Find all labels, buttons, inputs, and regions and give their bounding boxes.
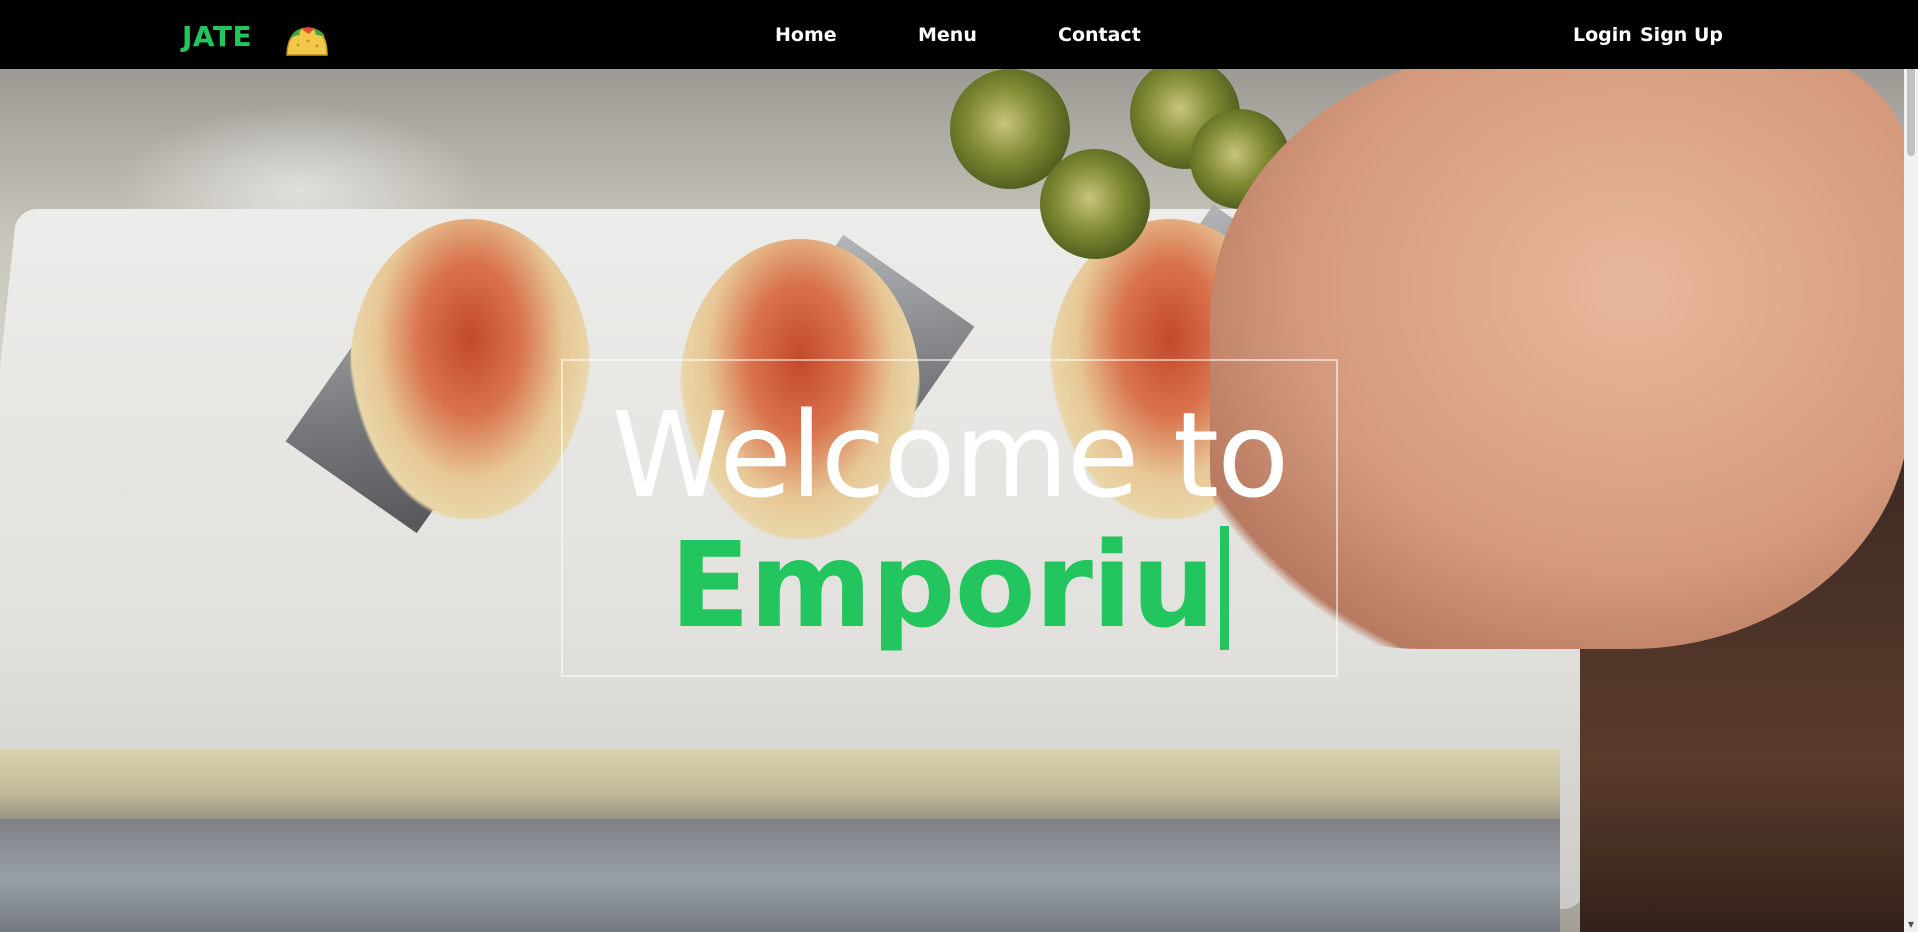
hero-title-line2: Emporiu: [563, 526, 1336, 650]
nav-contact-link[interactable]: Contact: [1058, 24, 1141, 46]
login-link[interactable]: Login: [1573, 24, 1632, 46]
vertical-scrollbar[interactable]: ▲ ▼: [1904, 0, 1918, 932]
taco-icon[interactable]: [284, 23, 330, 59]
brand-logo-text[interactable]: JATE: [182, 20, 252, 53]
top-navbar: JATE Home Menu Contact Login Sign Up: [0, 0, 1918, 69]
nav-home-link[interactable]: Home: [775, 24, 837, 46]
taco: [350, 219, 590, 519]
hero-title-line1: Welcome to: [611, 386, 1290, 524]
jalapeno-slice: [1040, 149, 1150, 259]
nav-menu-link[interactable]: Menu: [918, 24, 977, 46]
hero-section: Welcome to Emporiu: [0, 69, 1904, 932]
typing-caret: [1220, 526, 1230, 650]
board-edge: [0, 749, 1560, 819]
scroll-down-arrow-icon[interactable]: ▼: [1904, 918, 1918, 932]
hero-title-box: Welcome to Emporiu: [561, 359, 1338, 677]
signup-link[interactable]: Sign Up: [1640, 24, 1723, 46]
counter-surface: [0, 819, 1560, 932]
hero-typed-text: Emporiu: [669, 516, 1216, 654]
